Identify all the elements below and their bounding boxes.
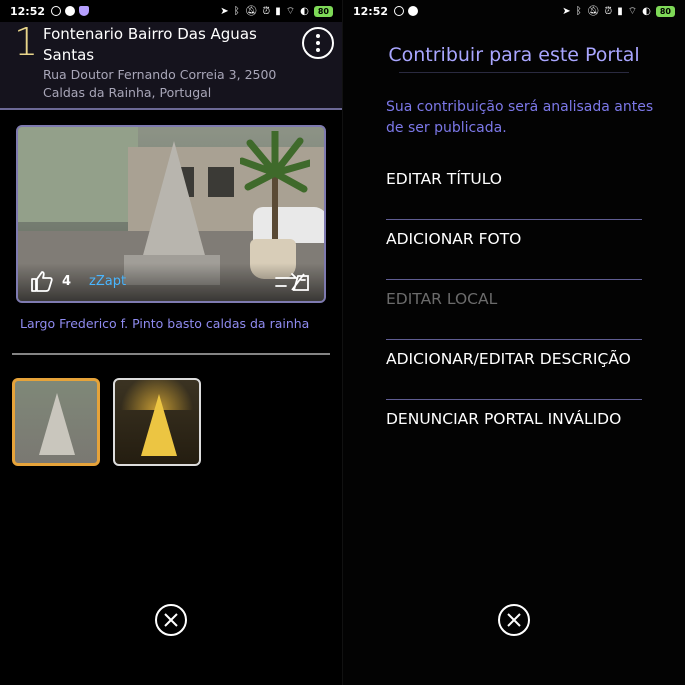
menu-item-add-photo[interactable]: ADICIONAR FOTO — [386, 220, 642, 280]
messenger-icon — [408, 6, 419, 16]
menu-item-edit-location: EDITAR LOCAL — [386, 280, 642, 340]
report-photo-icon[interactable] — [274, 272, 310, 292]
status-time: 12:52 — [10, 4, 46, 18]
bluetooth-icon: ᛒ — [233, 5, 240, 17]
vpn-shield-icon — [79, 6, 90, 16]
page-title: Contribuir para este Portal — [388, 44, 640, 66]
menu-item-edit-description[interactable]: ADICIONAR/EDITAR DESCRIÇÃO — [386, 340, 642, 400]
alarm-icon: ⏰︎ — [262, 5, 271, 17]
mute-icon: 🔕︎ — [244, 5, 258, 17]
alarm-icon: ⏰︎ — [604, 5, 613, 17]
photo-thumbnail[interactable] — [113, 378, 201, 466]
bluetooth-icon: ᛒ — [575, 5, 582, 17]
portal-level: 1 — [14, 20, 39, 64]
overflow-menu-button[interactable] — [302, 27, 334, 59]
whatsapp-icon — [394, 6, 405, 16]
menu-item-label: ADICIONAR/EDITAR DESCRIÇÃO — [386, 350, 631, 368]
signal-icon: ▮ — [617, 5, 623, 17]
menu-item-report-invalid[interactable]: DENUNCIAR PORTAL INVÁLIDO — [386, 400, 642, 460]
messenger-icon — [65, 6, 76, 16]
data-saver-icon: ◐ — [300, 5, 309, 17]
battery-indicator: 80 — [313, 5, 333, 17]
location-icon: ➤ — [562, 5, 571, 17]
page-subtitle: Sua contribuição será analisada antes de… — [386, 99, 654, 136]
whatsapp-icon — [51, 6, 62, 16]
close-icon — [507, 613, 521, 627]
photo-thumbnail-selected[interactable] — [12, 378, 100, 466]
thumbnail-monument — [39, 393, 75, 455]
like-control[interactable]: 4 zZapt — [30, 270, 126, 292]
status-time: 12:52 — [353, 4, 389, 18]
contribute-screen: 12:52 ➤ ᛒ 🔕︎ ⏰︎ ▮ ⌔ ◐ 80 Contribuir para… — [343, 0, 685, 685]
battery-indicator: 80 — [655, 5, 675, 17]
signal-icon: ▮ — [275, 5, 281, 17]
menu-item-label: DENUNCIAR PORTAL INVÁLIDO — [386, 410, 622, 428]
close-button[interactable] — [155, 604, 187, 636]
mute-icon: 🔕︎ — [586, 5, 600, 17]
photo-caption: Largo Frederico f. Pinto basto caldas da… — [20, 316, 310, 331]
photo-author-link[interactable]: zZapt — [89, 274, 126, 289]
close-icon — [164, 613, 178, 627]
dot — [316, 48, 320, 52]
wifi-icon: ⌔ — [627, 5, 638, 17]
portal-details-screen: 12:52 ➤ ᛒ 🔕︎ ⏰︎ ▮ ⌔ ◐ 80 1 Fontenario Ba… — [0, 0, 343, 685]
photo-wall — [18, 127, 138, 222]
portal-header: 1 Fontenario Bairro Das Aguas Santas Rua… — [0, 20, 343, 110]
data-saver-icon: ◐ — [642, 5, 651, 17]
portal-address: Rua Doutor Fernando Correia 3, 2500 Cald… — [43, 67, 277, 100]
portal-photo[interactable]: 4 zZapt — [16, 125, 326, 303]
thumbnail-monument — [141, 394, 177, 456]
portal-title: Fontenario Bairro Das Aguas Santas — [43, 25, 257, 64]
dot — [316, 34, 320, 38]
menu-item-label: EDITAR LOCAL — [386, 290, 498, 308]
status-bar: 12:52 ➤ ᛒ 🔕︎ ⏰︎ ▮ ⌔ ◐ 80 — [343, 0, 685, 22]
like-count: 4 — [62, 273, 72, 289]
thumbs-up-icon[interactable] — [30, 270, 54, 292]
location-icon: ➤ — [220, 5, 229, 17]
wifi-icon: ⌔ — [285, 5, 296, 17]
divider — [12, 353, 330, 355]
menu-item-edit-title[interactable]: EDITAR TÍTULO — [386, 160, 642, 220]
menu-item-label: ADICIONAR FOTO — [386, 230, 522, 248]
menu-item-label: EDITAR TÍTULO — [386, 170, 503, 188]
status-bar: 12:52 ➤ ᛒ 🔕︎ ⏰︎ ▮ ⌔ ◐ 80 — [0, 0, 343, 22]
dot — [316, 41, 320, 45]
close-button[interactable] — [498, 604, 530, 636]
photo-palm — [240, 131, 310, 241]
title-underline — [399, 72, 629, 73]
